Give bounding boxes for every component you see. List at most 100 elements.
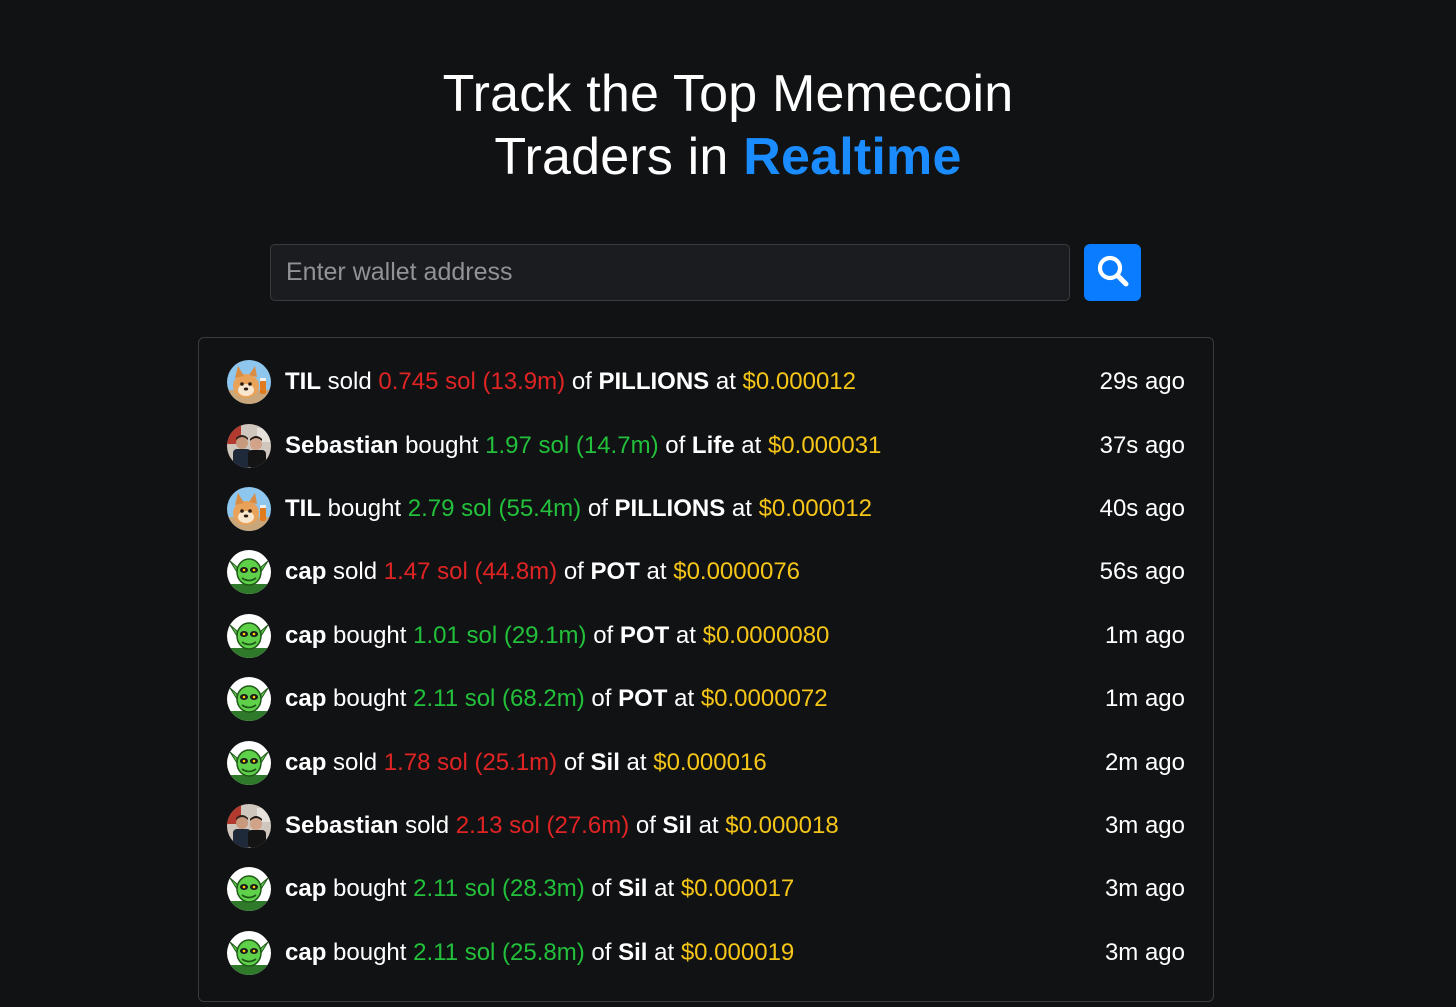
trade-action: bought [333, 622, 407, 649]
token-name[interactable]: PILLIONS [615, 495, 726, 522]
token-name[interactable]: Life [692, 432, 735, 459]
green-goblin-avatar[interactable] [227, 931, 271, 975]
trade-amount: 1.97 sol (14.7m) [485, 432, 659, 459]
green-goblin-avatar[interactable] [227, 741, 271, 785]
trader-name[interactable]: cap [285, 685, 326, 712]
trade-action: bought [405, 432, 479, 459]
trade-time: 40s ago [1099, 495, 1185, 522]
trade-row[interactable]: cap bought 2.11 sol (28.3m) of Sil at $0… [227, 865, 1185, 913]
token-name[interactable]: Sil [663, 812, 692, 839]
trader-name[interactable]: cap [285, 558, 326, 585]
trader-name[interactable]: Sebastian [285, 432, 398, 459]
token-name[interactable]: Sil [591, 749, 620, 776]
word-of: of [587, 495, 608, 522]
trade-time: 56s ago [1099, 558, 1185, 585]
trader-name[interactable]: Sebastian [285, 812, 398, 839]
word-of: of [665, 432, 686, 459]
photo-avatar[interactable] [227, 424, 271, 468]
word-at: at [674, 685, 695, 712]
word-of: of [593, 622, 614, 649]
trader-name[interactable]: cap [285, 875, 326, 902]
trade-description: cap bought 2.11 sol (68.2m) of POT at $0… [285, 685, 1105, 713]
trade-amount: 1.01 sol (29.1m) [413, 622, 587, 649]
trade-row[interactable]: TIL sold 0.745 sol (13.9m) of PILLIONS a… [227, 358, 1185, 406]
green-goblin-avatar[interactable] [227, 867, 271, 911]
word-at: at [715, 368, 736, 395]
trade-description: Sebastian bought 1.97 sol (14.7m) of Lif… [285, 432, 1100, 460]
token-name[interactable]: POT [620, 622, 669, 649]
trade-description: TIL sold 0.745 sol (13.9m) of PILLIONS a… [285, 368, 1100, 396]
trade-price: $0.000018 [725, 812, 839, 839]
title-accent-word: Realtime [743, 127, 962, 186]
dog-avatar[interactable] [227, 360, 271, 404]
token-name[interactable]: PILLIONS [599, 368, 710, 395]
trade-row[interactable]: cap bought 1.01 sol (29.1m) of POT at $0… [227, 612, 1185, 660]
trade-time: 2m ago [1104, 749, 1185, 776]
trade-price: $0.000019 [680, 939, 795, 966]
dog-avatar[interactable] [227, 487, 271, 531]
green-goblin-avatar[interactable] [227, 550, 271, 594]
trade-price: $0.000031 [767, 432, 882, 459]
word-of: of [591, 939, 612, 966]
trade-row[interactable]: cap bought 2.11 sol (68.2m) of POT at $0… [227, 675, 1185, 723]
trade-price: $0.000016 [653, 749, 767, 776]
trade-time: 3m ago [1104, 875, 1185, 902]
page-title: Track the Top Memecoin Traders in Realti… [0, 63, 1456, 189]
title-line-2: Traders in Realtime [0, 126, 1456, 189]
token-name[interactable]: Sil [618, 875, 647, 902]
trade-description: cap sold 1.78 sol (25.1m) of Sil at $0.0… [285, 749, 1105, 777]
trade-description: cap sold 1.47 sol (44.8m) of POT at $0.0… [285, 558, 1100, 586]
trade-row[interactable]: cap sold 1.78 sol (25.1m) of Sil at $0.0… [227, 739, 1185, 787]
green-goblin-avatar[interactable] [227, 677, 271, 721]
trade-amount: 0.745 sol (13.9m) [378, 368, 566, 395]
trade-price: $0.000017 [680, 875, 795, 902]
trade-action: sold [333, 749, 378, 776]
token-name[interactable]: POT [591, 558, 640, 585]
word-at: at [646, 558, 667, 585]
word-at: at [626, 749, 647, 776]
trade-amount: 2.79 sol (55.4m) [407, 495, 582, 522]
token-name[interactable]: Sil [618, 939, 647, 966]
trader-name[interactable]: cap [285, 939, 326, 966]
trade-amount: 2.11 sol (25.8m) [413, 939, 585, 966]
trade-amount: 2.11 sol (28.3m) [413, 875, 585, 902]
green-goblin-avatar[interactable] [227, 614, 271, 658]
trade-row[interactable]: Sebastian bought 1.97 sol (14.7m) of Lif… [227, 422, 1185, 470]
trader-name[interactable]: cap [285, 749, 326, 776]
trader-name[interactable]: cap [285, 622, 326, 649]
trade-row[interactable]: TIL bought 2.79 sol (55.4m) of PILLIONS … [227, 485, 1185, 533]
photo-avatar[interactable] [227, 804, 271, 848]
trade-description: cap bought 1.01 sol (29.1m) of POT at $0… [285, 622, 1105, 650]
trade-description: cap bought 2.11 sol (25.8m) of Sil at $0… [285, 939, 1105, 967]
trade-time: 1m ago [1104, 685, 1185, 712]
word-of: of [635, 812, 656, 839]
trade-action: sold [327, 368, 372, 395]
search-button[interactable] [1084, 244, 1141, 301]
trade-row[interactable]: Sebastian sold 2.13 sol (27.6m) of Sil a… [227, 802, 1185, 850]
trade-action: bought [333, 875, 407, 902]
wallet-address-input[interactable] [270, 244, 1070, 301]
trade-time: 1m ago [1104, 622, 1185, 649]
trade-amount: 1.78 sol (25.1m) [383, 749, 558, 776]
word-at: at [731, 495, 752, 522]
trade-feed: TIL sold 0.745 sol (13.9m) of PILLIONS a… [198, 337, 1214, 1002]
trade-time: 29s ago [1099, 368, 1185, 395]
trader-name[interactable]: TIL [285, 495, 321, 522]
trade-action: bought [333, 685, 407, 712]
trade-price: $0.0000080 [702, 622, 830, 649]
trade-description: cap bought 2.11 sol (28.3m) of Sil at $0… [285, 875, 1105, 903]
trade-time: 37s ago [1099, 432, 1185, 459]
trade-row[interactable]: cap sold 1.47 sol (44.8m) of POT at $0.0… [227, 548, 1185, 596]
trade-description: Sebastian sold 2.13 sol (27.6m) of Sil a… [285, 812, 1105, 840]
trade-price: $0.0000076 [673, 558, 801, 585]
word-of: of [563, 749, 584, 776]
trade-row[interactable]: cap bought 2.11 sol (25.8m) of Sil at $0… [227, 929, 1185, 977]
trade-price: $0.000012 [758, 495, 873, 522]
trader-name[interactable]: TIL [285, 368, 321, 395]
token-name[interactable]: POT [618, 685, 667, 712]
word-at: at [741, 432, 762, 459]
word-of: of [591, 875, 612, 902]
word-at: at [654, 875, 675, 902]
word-of: of [591, 685, 612, 712]
trade-action: bought [333, 939, 407, 966]
